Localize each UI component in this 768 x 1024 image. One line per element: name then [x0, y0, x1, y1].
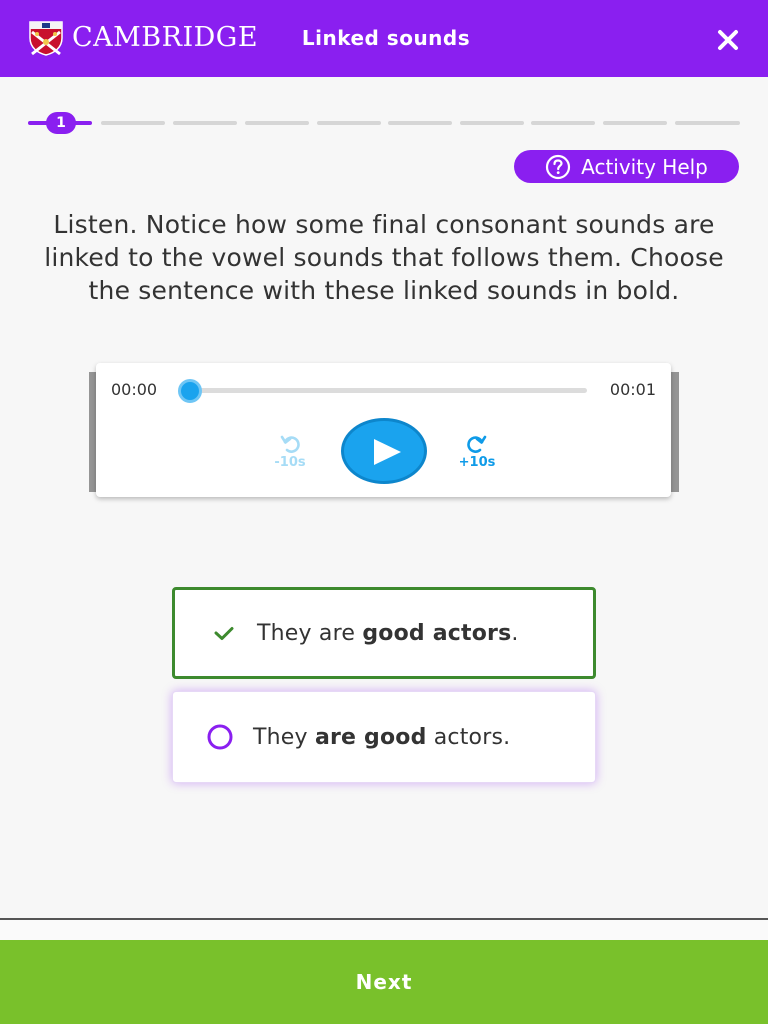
footer-spacer [0, 920, 768, 940]
option-text-regular: They are [257, 620, 363, 646]
answer-option-text: They are good actors. [257, 621, 519, 646]
forward-icon [467, 435, 487, 453]
progress-segment [675, 121, 740, 125]
activity-help-button[interactable]: Activity Help [514, 150, 739, 183]
current-time: 00:00 [111, 380, 158, 399]
next-button[interactable]: Next [0, 940, 768, 1024]
close-icon [718, 30, 738, 50]
activity-help-label: Activity Help [581, 154, 708, 179]
step-progress: 1 [28, 110, 740, 136]
brand-logo: CAMBRIDGE [28, 20, 258, 56]
option-text-bold: good actors [362, 620, 512, 646]
progress-segment [388, 121, 452, 125]
brand-name: CAMBRIDGE [72, 22, 259, 53]
current-step-badge: 1 [46, 112, 76, 134]
answer-option-2[interactable]: They are good actors. [172, 691, 596, 783]
option-text-regular: actors. [426, 724, 511, 750]
option-text-regular: . [511, 620, 519, 646]
progress-segment [531, 121, 595, 125]
progress-segment [173, 121, 237, 125]
progress-segment [245, 121, 309, 125]
question-circle-icon [546, 154, 571, 179]
page-title: Linked sounds [301, 26, 471, 50]
play-icon [374, 439, 401, 465]
instruction-text: Listen. Notice how some final consonant … [44, 210, 724, 305]
option-text-bold: are good [314, 724, 427, 750]
play-button[interactable] [341, 418, 427, 484]
skip-forward-label: +10s [458, 455, 496, 470]
skip-back-button[interactable]: -10s [266, 433, 314, 470]
skip-forward-button[interactable]: +10s [453, 433, 501, 470]
seek-handle[interactable] [178, 379, 202, 403]
duration-time: 00:01 [609, 380, 656, 399]
check-icon [214, 627, 234, 640]
audio-seek-bar[interactable] [178, 379, 587, 403]
cambridge-shield-icon [29, 21, 63, 56]
close-button[interactable] [714, 26, 742, 54]
skip-back-label: -10s [274, 455, 306, 470]
app-header: CAMBRIDGE Linked sounds [0, 0, 768, 77]
answer-option-1[interactable]: They are good actors. [172, 587, 596, 679]
answer-option-text: They are good actors. [253, 725, 510, 750]
progress-segment [460, 121, 524, 125]
progress-segment [317, 121, 381, 125]
rewind-icon [280, 435, 300, 453]
radio-circle-icon [207, 724, 233, 750]
progress-segment [101, 121, 165, 125]
option-text-regular: They [253, 724, 315, 750]
progress-segment [603, 121, 667, 125]
audio-player: 00:00 00:01 -10s +10s [96, 363, 671, 497]
